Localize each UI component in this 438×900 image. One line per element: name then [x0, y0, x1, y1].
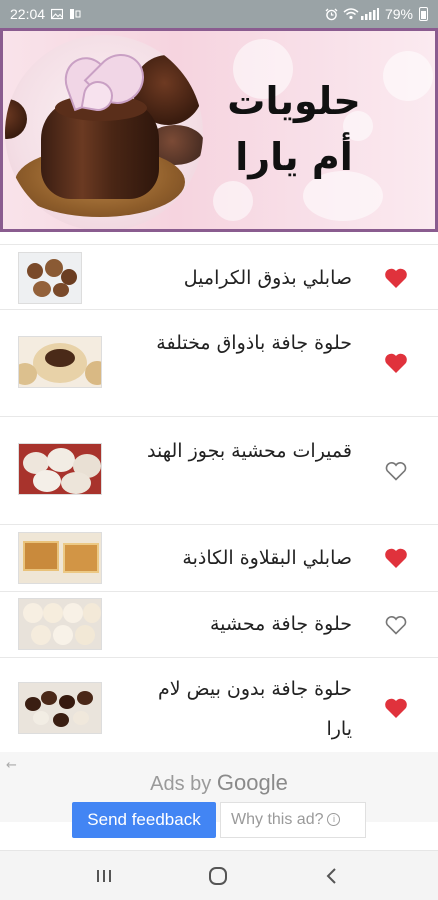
signal-icon [360, 8, 379, 20]
battery-percent: 79% [384, 6, 413, 22]
list-item[interactable]: حلوة جافة باذواق مختلفة [0, 310, 438, 417]
recipe-title: حلوة جافة محشية [210, 613, 352, 635]
status-time: 22:04 [10, 6, 46, 22]
heart-filled-icon[interactable] [384, 267, 408, 289]
wifi-icon [343, 8, 359, 20]
recipe-title: حلوة جافة بدون بيض لام يارا [157, 678, 352, 740]
banner-title-line2: أم يارا [235, 135, 353, 179]
recipe-thumbnail [18, 443, 102, 495]
banner-title-line1: حلويات [227, 79, 361, 123]
recipe-title: صابلي البقلاوة الكاذبة [182, 547, 352, 569]
alarm-icon [325, 8, 338, 21]
status-bar: 22:04 79% [0, 0, 438, 28]
list-item[interactable]: صابلي البقلاوة الكاذبة [0, 525, 438, 592]
ads-by-text: Ads by [150, 773, 212, 795]
ads-by-google-label: Ads by Google [0, 770, 438, 796]
list-item[interactable]: حلوة جافة محشية [0, 592, 438, 658]
recipe-list: صابلي بذوق الكراميل حلوة جافة باذواق مخت… [0, 244, 438, 756]
heart-outline-icon[interactable] [384, 614, 408, 636]
list-item[interactable]: صابلي بذوق الكراميل [0, 244, 438, 310]
recipe-thumbnail [18, 682, 102, 734]
recipe-thumbnail [18, 252, 82, 304]
heart-filled-icon[interactable] [384, 352, 408, 374]
why-this-ad-button[interactable]: Why this ad? i [220, 802, 366, 838]
why-this-ad-label: Why this ad? [231, 811, 324, 828]
battery-icon [419, 7, 428, 21]
home-icon[interactable] [206, 864, 230, 888]
info-icon: i [327, 813, 341, 827]
system-nav-bar [0, 850, 438, 900]
recipe-title: حلوة جافة باذواق مختلفة [156, 332, 352, 354]
recipe-thumbnail [18, 336, 102, 388]
recipe-thumbnail [18, 598, 102, 650]
app-banner: حلويات أم يارا [0, 28, 438, 232]
banner-cake-image [5, 35, 203, 229]
google-text: Google [216, 770, 288, 795]
image-icon [50, 8, 64, 20]
send-feedback-button[interactable]: Send feedback [72, 802, 216, 838]
list-item[interactable]: حلوة جافة بدون بيض لام يارا [0, 658, 438, 756]
ad-banner: ← Ads by Google Send feedback Why this a… [0, 752, 438, 838]
media-icon [69, 8, 81, 20]
banner-title: حلويات أم يارا [209, 73, 379, 185]
recipe-thumbnail [18, 532, 102, 584]
list-item[interactable]: قميرات محشية بجوز الهند [0, 417, 438, 525]
heart-filled-icon[interactable] [384, 697, 408, 719]
heart-filled-icon[interactable] [384, 547, 408, 569]
recipe-title: قميرات محشية بجوز الهند [147, 440, 352, 462]
back-icon[interactable] [320, 864, 344, 888]
heart-outline-icon[interactable] [384, 460, 408, 482]
recent-apps-icon[interactable] [92, 864, 116, 888]
recipe-title: صابلي بذوق الكراميل [183, 267, 352, 289]
